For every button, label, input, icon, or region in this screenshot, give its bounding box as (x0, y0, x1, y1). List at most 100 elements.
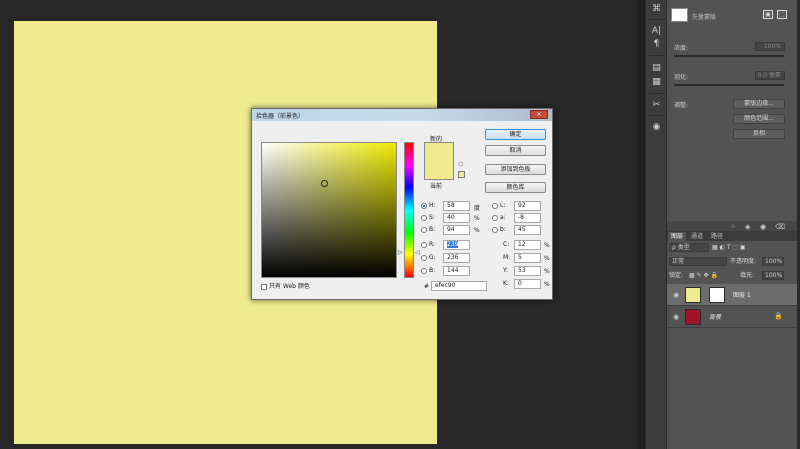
opacity-label: 不透明度: (730, 258, 757, 265)
history-icon[interactable]: ⌘ (650, 3, 663, 15)
l-field[interactable]: 92 (514, 201, 541, 211)
s-radio[interactable]: S: (421, 213, 435, 223)
vector-mask-icon[interactable]: ⬚ (777, 10, 787, 19)
layer-comps-icon[interactable]: ▤ (650, 62, 663, 74)
c-label: C: (503, 241, 510, 248)
color-field-marker[interactable] (321, 180, 328, 187)
hue-slider[interactable] (404, 142, 414, 278)
g-radio[interactable]: G: (421, 253, 436, 263)
load-selection-icon[interactable]: ⁘ (730, 223, 736, 231)
pixel-mask-icon[interactable]: ▣ (763, 10, 773, 19)
l-radio[interactable]: L: (492, 201, 505, 211)
lock-icons[interactable]: ▦ ✎ ✥ 🔒 (689, 271, 718, 280)
websafe-swatch[interactable] (458, 171, 465, 178)
paragraph-icon[interactable]: ¶ (650, 38, 663, 50)
eye-icon[interactable]: ◉ (673, 313, 679, 321)
close-button[interactable]: ✕ (530, 110, 548, 119)
degree-unit: 度 (474, 205, 481, 212)
color-libraries-button[interactable]: 颜色库 (485, 182, 546, 193)
tab-layers[interactable]: 图层 (668, 232, 687, 241)
opacity-field[interactable]: 100% (762, 257, 784, 266)
density-slider[interactable] (674, 55, 784, 57)
add-to-swatches-button[interactable]: 添加到色板 (485, 164, 546, 175)
feather-field[interactable]: 0.0 像素 (755, 71, 785, 80)
g-field[interactable]: 236 (443, 253, 470, 263)
lock-label: 锁定: (669, 272, 684, 279)
blend-mode-select[interactable]: 正常 (669, 257, 727, 266)
layer-name[interactable]: 背景 (709, 312, 721, 321)
hex-field[interactable]: efec90 (431, 281, 487, 291)
mask-edge-button[interactable]: 蒙版边缘... (733, 99, 785, 109)
a-field[interactable]: -8 (514, 213, 541, 223)
properties-panel (667, 0, 797, 222)
fill-label: 填充: (740, 272, 755, 279)
strip-divider (649, 19, 665, 20)
y-field[interactable]: 53 (514, 266, 541, 276)
filter-icons[interactable]: ▦ ◐ T ⬚ ▣ (712, 243, 746, 252)
panel-icon-strip: ⌘ A| ¶ ▤ ▦ ✂ ◉ (645, 0, 667, 449)
strip-divider (649, 115, 665, 116)
m-field[interactable]: 5 (514, 253, 541, 263)
websafe-cube-icon[interactable]: ⬡ (458, 161, 463, 168)
s-field[interactable]: 40 (443, 213, 470, 223)
eye-icon[interactable]: ◉ (673, 291, 679, 299)
blue-radio[interactable]: B: (421, 266, 435, 276)
layer-row-1[interactable]: ◉ 图层 1 (667, 284, 797, 306)
delete-mask-icon[interactable]: ⌫ (775, 223, 785, 231)
ok-button[interactable]: 确定 (485, 129, 546, 140)
lab-b-radio[interactable]: b: (492, 225, 506, 235)
tools-preset-icon[interactable]: ✂ (650, 99, 663, 111)
r-radio[interactable]: R: (421, 240, 435, 250)
percent-unit: % (474, 215, 480, 222)
character-icon[interactable]: A| (650, 25, 663, 37)
web-colors-only-checkbox[interactable]: 只有 Web 颜色 (261, 281, 310, 290)
k-field[interactable]: 0 (514, 279, 541, 289)
hue-arrow-left-icon[interactable]: ▷ (398, 249, 403, 256)
density-field[interactable]: 100% (755, 42, 785, 51)
h-field[interactable]: 58 (443, 201, 470, 211)
properties-icon[interactable]: ▦ (650, 76, 663, 88)
layer-thumbnail (685, 309, 701, 325)
feather-slider[interactable] (674, 84, 784, 86)
h-radio[interactable]: H: (421, 201, 436, 211)
brightness-field[interactable]: 94 (443, 225, 470, 235)
percent-unit: % (544, 255, 550, 262)
hue-arrow-right-icon[interactable]: ◁ (415, 249, 420, 256)
blue-field[interactable]: 144 (443, 266, 470, 276)
y-label: Y: (503, 267, 508, 274)
color-field[interactable] (261, 142, 397, 278)
apply-mask-icon[interactable]: ◈ (745, 223, 750, 231)
b-radio[interactable]: B: (421, 225, 435, 235)
panel-gutter (637, 0, 645, 449)
lab-b-field[interactable]: 45 (514, 225, 541, 235)
kind-filter-select[interactable]: ρ 类型 (669, 243, 709, 252)
mask-title: 矢量蒙版 (692, 14, 717, 21)
tab-paths[interactable]: 路径 (708, 232, 726, 241)
mask-thumbnail (671, 8, 688, 22)
invert-button[interactable]: 反相 (733, 129, 785, 139)
fill-field[interactable]: 100% (762, 271, 784, 280)
m-label: M: (503, 254, 511, 261)
cancel-button[interactable]: 取消 (485, 145, 546, 156)
percent-unit: % (474, 227, 480, 234)
hex-label: # (424, 283, 430, 290)
tab-channels[interactable]: 通道 (688, 232, 706, 241)
c-field[interactable]: 12 (514, 240, 541, 250)
color-range-button[interactable]: 颜色范围... (733, 114, 785, 124)
strip-divider (649, 55, 665, 56)
layer-name[interactable]: 图层 1 (733, 290, 751, 299)
layer-row-background[interactable]: ◉ 背景 🔒 (667, 306, 797, 328)
percent-unit: % (544, 268, 550, 275)
info-icon[interactable]: ◉ (650, 121, 663, 133)
dialog-title: 拾色器（前景色） (256, 113, 305, 120)
visibility-icon[interactable]: ◉ (760, 223, 766, 231)
strip-divider (649, 93, 665, 94)
feather-label: 羽化: (674, 74, 689, 81)
layers-tab-bar (667, 231, 797, 241)
layer-mask-thumbnail[interactable] (709, 287, 725, 303)
r-field[interactable]: 239 (443, 240, 470, 250)
current-color-label: 当前 (430, 183, 443, 190)
percent-unit: % (544, 242, 550, 249)
a-radio[interactable]: a: (492, 213, 506, 223)
adjust-label: 调整: (674, 102, 689, 109)
